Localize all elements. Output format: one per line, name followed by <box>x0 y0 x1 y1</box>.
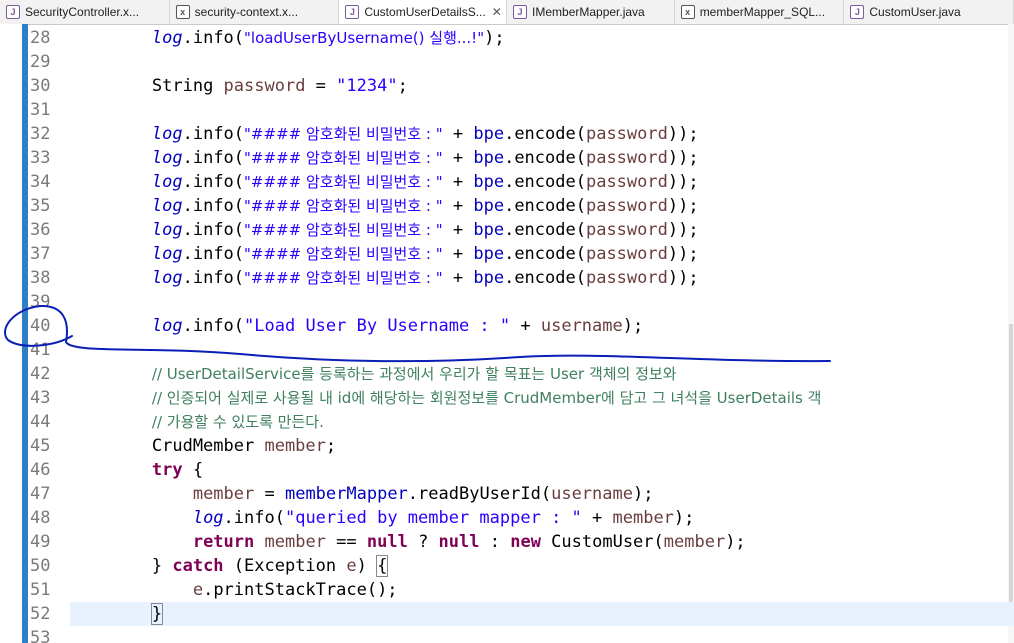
code-line[interactable]: log.info("#### 암호화된 비밀번호 : " + bpe.encod… <box>70 266 1014 290</box>
string-literal: "#### 암호화된 비밀번호 : " <box>244 245 443 263</box>
line-number: 53 <box>30 628 51 643</box>
string-literal: "Load User By Username : " <box>244 316 511 336</box>
code-line[interactable]: log.info("loadUserByUsername() 실행...!"); <box>70 26 1014 50</box>
code-line[interactable]: log.info("#### 암호화된 비밀번호 : " + bpe.encod… <box>70 146 1014 170</box>
string-literal: "#### 암호화된 비밀번호 : " <box>244 269 443 287</box>
code-line[interactable] <box>70 50 1014 74</box>
java-file-icon: J <box>850 5 865 19</box>
line-number: 52 <box>30 604 51 624</box>
line-number: 43 <box>30 388 51 408</box>
tab-label: IMemberMapper.java <box>532 5 645 19</box>
line-number: 42 <box>30 364 51 384</box>
line-number: 35 <box>30 196 51 216</box>
code-line[interactable] <box>70 626 1014 643</box>
change-bar <box>22 24 28 643</box>
code-line[interactable]: } catch (Exception e) { <box>70 554 1014 578</box>
xml-file-icon: x <box>680 5 695 19</box>
code-line[interactable]: log.info("#### 암호화된 비밀번호 : " + bpe.encod… <box>70 218 1014 242</box>
code-line[interactable] <box>70 98 1014 122</box>
editor-tab-bar: J SecurityController.x... x security-contex… <box>0 0 1014 25</box>
code-line[interactable] <box>70 290 1014 314</box>
code-line[interactable]: log.info("#### 암호화된 비밀번호 : " + bpe.encod… <box>70 122 1014 146</box>
line-number: 47 <box>30 484 51 504</box>
java-file-icon: J <box>6 5 20 19</box>
left-ruler <box>0 24 28 643</box>
tab-4[interactable]: x memberMapper_SQL... <box>675 0 845 24</box>
string-literal: "#### 암호화된 비밀번호 : " <box>244 221 443 239</box>
code-line[interactable]: CrudMember member; <box>70 434 1014 458</box>
line-number: 37 <box>30 244 51 264</box>
tab-label: memberMapper_SQL... <box>699 5 826 19</box>
close-icon[interactable]: ✕ <box>492 5 502 19</box>
code-line[interactable]: log.info("#### 암호화된 비밀번호 : " + bpe.encod… <box>70 194 1014 218</box>
string-literal: "#### 암호화된 비밀번호 : " <box>244 173 443 191</box>
line-number: 32 <box>30 124 51 144</box>
line-number: 39 <box>30 292 51 312</box>
code-line[interactable]: e.printStackTrace(); <box>70 578 1014 602</box>
tab-label: CustomUser.java <box>869 5 961 19</box>
code-line[interactable]: String password = "1234"; <box>70 74 1014 98</box>
string-literal: "#### 암호화된 비밀번호 : " <box>244 149 443 167</box>
line-number: 31 <box>30 100 51 120</box>
java-file-icon: J <box>513 5 528 19</box>
line-number: 49 <box>30 532 51 552</box>
tab-2[interactable]: J CustomUserDetailsS... ✕ <box>339 0 508 24</box>
code-line[interactable]: log.info("queried by member mapper : " +… <box>70 506 1014 530</box>
code-line[interactable]: member = memberMapper.readByUserId(usern… <box>70 482 1014 506</box>
code-line[interactable]: log.info("#### 암호화된 비밀번호 : " + bpe.encod… <box>70 242 1014 266</box>
code-line[interactable]: log.info("#### 암호화된 비밀번호 : " + bpe.encod… <box>70 170 1014 194</box>
string-literal: "queried by member mapper : " <box>284 508 582 528</box>
code-line[interactable] <box>70 338 1014 362</box>
tab-label: SecurityController.x... <box>25 5 140 19</box>
type-name: String <box>151 76 224 96</box>
line-number: 41 <box>30 340 51 360</box>
tab-label: security-context.x... <box>194 5 299 19</box>
line-number: 40 <box>30 316 51 336</box>
line-number: 48 <box>30 508 51 528</box>
xml-file-icon: x <box>175 5 190 19</box>
code-line[interactable]: // 가용할 수 있도록 만든다. <box>70 410 1014 434</box>
line-number: 34 <box>30 172 51 192</box>
tab-0[interactable]: J SecurityController.x... <box>0 0 170 24</box>
code-line[interactable]: // UserDetailService를 등록하는 과정에서 우리가 할 목표… <box>70 362 1014 386</box>
code-line[interactable]: return member == null ? null : new Custo… <box>70 530 1014 554</box>
line-number: 30 <box>30 76 51 96</box>
current-code-line[interactable]: } <box>70 602 1014 626</box>
java-file-icon: J <box>345 4 360 19</box>
code-editor[interactable]: 28 log.info("loadUserByUsername() 실행...!… <box>0 24 1014 643</box>
tab-3[interactable]: J IMemberMapper.java <box>507 0 675 24</box>
line-number: 38 <box>30 268 51 288</box>
string-literal: "1234" <box>336 76 398 96</box>
line-number: 46 <box>30 460 51 480</box>
line-number: 29 <box>30 52 51 72</box>
code-line[interactable]: try { <box>70 458 1014 482</box>
local-variable: password <box>223 76 306 96</box>
comment: // 인증되어 실제로 사용될 내 id에 해당하는 회원정보를 CrudMem… <box>151 389 822 407</box>
string-literal: "loadUserByUsername() 실행...!" <box>244 29 485 47</box>
string-literal: "#### 암호화된 비밀번호 : " <box>244 197 443 215</box>
comment: // UserDetailService를 등록하는 과정에서 우리가 할 목표… <box>151 365 677 383</box>
code-line[interactable]: log.info("Load User By Username : " + us… <box>70 314 1014 338</box>
string-literal: "#### 암호화된 비밀번호 : " <box>244 125 443 143</box>
comment: // 가용할 수 있도록 만든다. <box>151 413 324 431</box>
tab-5[interactable]: J CustomUser.java <box>844 0 1014 24</box>
line-number: 36 <box>30 220 51 240</box>
line-number: 33 <box>30 148 51 168</box>
tab-1[interactable]: x security-context.x... <box>170 0 340 24</box>
line-number: 45 <box>30 436 51 456</box>
line-number: 28 <box>30 28 51 48</box>
line-number: 50 <box>30 556 51 576</box>
line-number: 51 <box>30 580 51 600</box>
line-number: 44 <box>30 412 51 432</box>
tab-label: CustomUserDetailsS... <box>364 4 486 19</box>
code-line[interactable]: // 인증되어 실제로 사용될 내 id에 해당하는 회원정보를 CrudMem… <box>70 386 1014 410</box>
text-cursor <box>162 605 164 623</box>
